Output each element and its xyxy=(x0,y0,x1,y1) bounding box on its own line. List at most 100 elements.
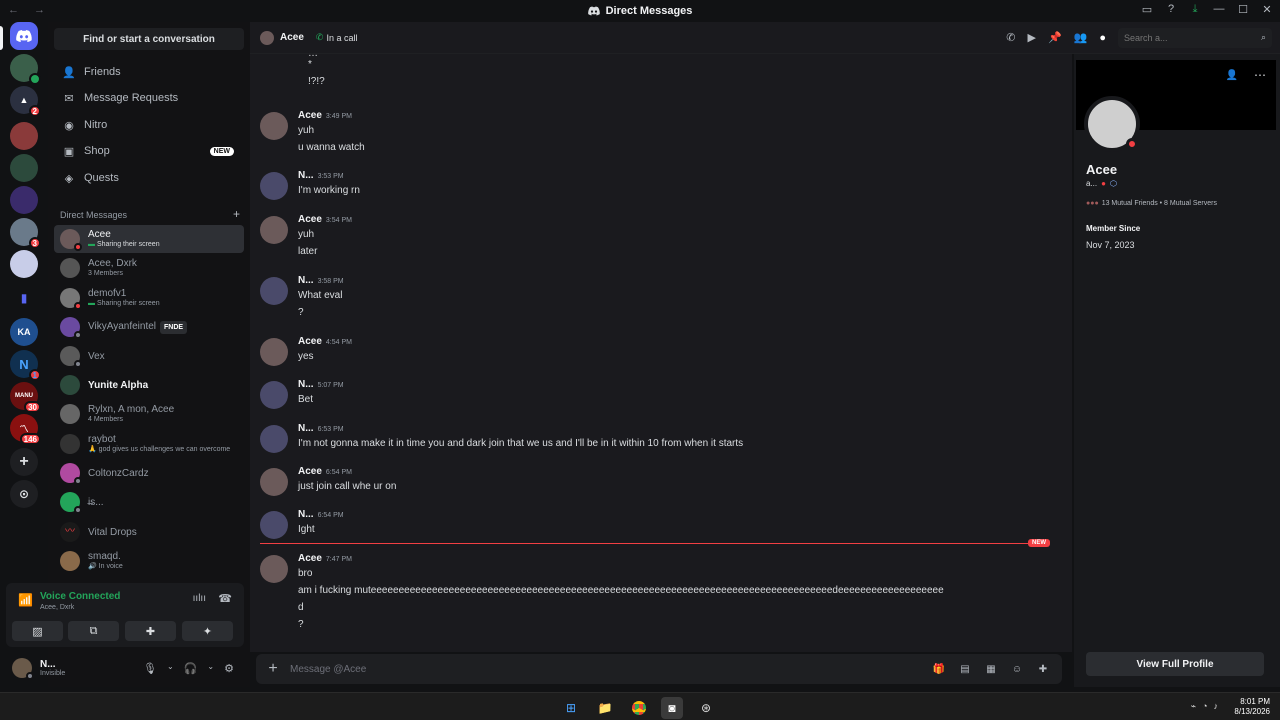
gif-icon[interactable]: ▤ xyxy=(958,662,972,676)
dm-item-rylxn-group[interactable]: Rylxn, A mon, Acee 4 Members xyxy=(54,400,244,428)
author-name[interactable]: N... xyxy=(298,423,314,434)
dm-item-demofv1[interactable]: demofv1 ▬ Sharing their screen xyxy=(54,284,244,312)
author-avatar[interactable] xyxy=(260,277,288,305)
camera-button[interactable]: ▨ xyxy=(12,621,63,641)
server-icon-ka[interactable]: KA xyxy=(10,318,38,346)
message-input[interactable] xyxy=(290,663,932,675)
author-name[interactable]: Acee xyxy=(298,553,322,564)
find-conversation-button[interactable]: Find or start a conversation xyxy=(54,28,244,50)
author-avatar[interactable] xyxy=(260,112,288,140)
wifi-icon[interactable]: ◔ xyxy=(1202,701,1207,712)
server-icon[interactable] xyxy=(10,186,38,214)
discord-taskbar-icon[interactable]: ◙ xyxy=(661,697,683,719)
author-name[interactable]: Acee xyxy=(298,110,322,121)
server-icon[interactable]: ▲ 2 xyxy=(10,86,41,117)
video-call-icon[interactable]: ▶ xyxy=(1027,31,1035,44)
dm-avatar[interactable] xyxy=(10,54,41,85)
server-icon-manu[interactable]: MANU 30 xyxy=(10,382,41,413)
voice-status[interactable]: Voice Connected xyxy=(40,591,120,602)
profile-avatar[interactable] xyxy=(1084,96,1140,152)
author-avatar[interactable] xyxy=(260,172,288,200)
folder-icon[interactable]: ▮ xyxy=(10,284,38,312)
author-avatar[interactable] xyxy=(260,216,288,244)
author-name[interactable]: Acee xyxy=(298,336,322,347)
dm-item-vital-drops[interactable]: 〰 Vital Drops xyxy=(54,518,244,546)
tray-icon[interactable]: ⌁ xyxy=(1191,701,1196,712)
author-avatar[interactable] xyxy=(260,555,288,583)
volume-icon[interactable]: ♪ xyxy=(1214,701,1219,712)
dm-item-vex[interactable]: Vex xyxy=(54,342,244,370)
disconnect-icon[interactable]: ☎ xyxy=(218,592,232,605)
server-icon[interactable] xyxy=(10,250,38,278)
download-icon[interactable]: ⤓ xyxy=(1188,2,1202,16)
view-full-profile-button[interactable]: View Full Profile xyxy=(1086,652,1264,676)
upload-plus-icon[interactable]: + xyxy=(256,660,290,678)
settings-gear-icon[interactable]: ⚙ xyxy=(224,662,234,675)
apps-icon[interactable]: ✚ xyxy=(1036,662,1050,676)
dm-item-vikyayanfeintel[interactable]: VikyAyanfeintel FNDE xyxy=(54,313,244,341)
nav-quests[interactable]: ◈ Quests xyxy=(54,166,244,190)
microphone-icon[interactable]: 🎙 xyxy=(143,662,157,675)
search-box[interactable]: ⌕ xyxy=(1118,27,1272,48)
inbox-icon[interactable]: ▭ xyxy=(1140,2,1154,16)
server-icon[interactable] xyxy=(10,154,38,182)
nav-shop[interactable]: ▣ Shop NEW xyxy=(54,139,244,163)
chat-header-name[interactable]: Acee xyxy=(280,32,304,43)
sticker-icon[interactable]: ▦ xyxy=(984,662,998,676)
server-icon[interactable] xyxy=(10,122,38,150)
author-avatar[interactable] xyxy=(260,381,288,409)
dm-item-acee[interactable]: Acee ▬ Sharing their screen xyxy=(54,225,244,253)
dm-item-is[interactable]: i̶s... xyxy=(54,488,244,516)
nav-arrows[interactable]: ← → xyxy=(8,4,51,16)
author-avatar[interactable] xyxy=(260,425,288,453)
maximize-icon[interactable]: ☐ xyxy=(1236,2,1250,16)
server-icon[interactable]: 3 xyxy=(10,218,41,249)
taskbar-clock[interactable]: 8:01 PM 8/13/2026 xyxy=(1234,697,1270,717)
author-avatar[interactable] xyxy=(260,468,288,496)
nav-friends[interactable]: 👤 Friends xyxy=(54,60,244,84)
author-name[interactable]: N... xyxy=(298,170,314,181)
minimize-icon[interactable]: — xyxy=(1212,2,1226,16)
voice-channel[interactable]: Acee, Dxrk xyxy=(40,604,74,611)
call-status[interactable]: In a call xyxy=(326,33,357,43)
dm-item-raybot[interactable]: raybot 🙏 god gives us challenges we can o… xyxy=(54,430,244,458)
help-icon[interactable]: ? xyxy=(1164,2,1178,16)
dm-item-coltonzcardz[interactable]: ColtonzCardz xyxy=(54,459,244,487)
create-dm-button[interactable]: + xyxy=(233,208,240,220)
dm-item-acee-dxrk[interactable]: Acee, Dxrk 3 Members xyxy=(54,254,244,282)
screenshare-button[interactable]: ⧉ xyxy=(68,621,119,641)
search-input[interactable] xyxy=(1124,32,1261,43)
chevron-down-icon[interactable]: ⌄ xyxy=(207,662,214,675)
author-name[interactable]: Acee xyxy=(298,214,322,225)
add-friend-icon[interactable]: 👤 xyxy=(1226,70,1238,81)
headphones-icon[interactable]: 🎧 xyxy=(184,662,198,675)
user-avatar[interactable] xyxy=(12,658,34,680)
add-friends-icon[interactable]: 👥 xyxy=(1074,31,1088,44)
dm-item-smaqd[interactable]: smaqd. 🔊 In voice xyxy=(54,547,244,575)
emoji-icon[interactable]: ☺ xyxy=(1010,662,1024,676)
user-name[interactable]: N... xyxy=(40,659,65,670)
noise-suppression-icon[interactable]: ıılıı xyxy=(193,593,206,604)
server-icon-nf[interactable]: N1 xyxy=(10,350,41,381)
more-options-icon[interactable]: ⋯ xyxy=(1254,68,1266,82)
chevron-down-icon[interactable]: ⌄ xyxy=(167,662,174,675)
windows-start-icon[interactable]: ⊞ xyxy=(560,697,582,719)
pin-icon[interactable]: 📌 xyxy=(1048,31,1062,44)
activities-button[interactable]: ✚ xyxy=(125,621,176,641)
dm-item-yunite-alpha[interactable]: Yunite Alpha xyxy=(54,371,244,399)
app-taskbar-icon[interactable]: ⊛ xyxy=(695,697,717,719)
nav-message-requests[interactable]: ✉ Message Requests xyxy=(54,86,244,110)
server-icon[interactable]: 〽 146 xyxy=(10,414,41,445)
close-icon[interactable]: ✕ xyxy=(1260,2,1274,16)
author-avatar[interactable] xyxy=(260,511,288,539)
file-explorer-icon[interactable]: 📁 xyxy=(594,697,616,719)
voice-call-icon[interactable]: ✆ xyxy=(1006,31,1015,44)
add-server-icon[interactable]: + xyxy=(10,448,38,476)
user-profile-icon[interactable]: ● xyxy=(1099,32,1106,44)
discover-icon[interactable]: ⊙ xyxy=(10,480,38,508)
author-name[interactable]: N... xyxy=(298,379,314,390)
author-name[interactable]: N... xyxy=(298,509,314,520)
chrome-icon[interactable] xyxy=(628,697,650,719)
soundboard-button[interactable]: ✦ xyxy=(182,621,233,641)
home-button[interactable] xyxy=(10,22,38,50)
